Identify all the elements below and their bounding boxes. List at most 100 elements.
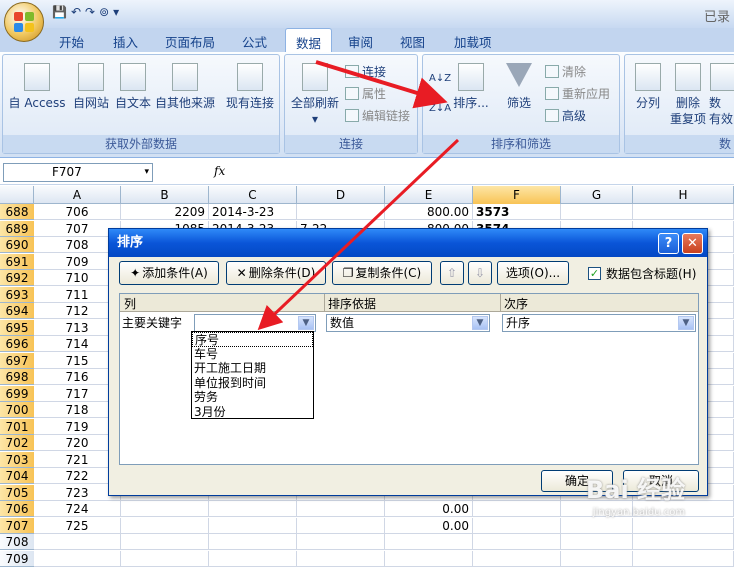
row-header[interactable]: 695 — [0, 319, 34, 336]
cell[interactable]: 3573 — [473, 204, 561, 220]
row-header[interactable]: 697 — [0, 352, 34, 369]
cell[interactable] — [633, 517, 734, 534]
row-header[interactable]: 688 — [0, 204, 34, 220]
delete-level-button[interactable]: ✕ 删除条件(D) — [226, 261, 326, 285]
cell[interactable] — [121, 501, 209, 517]
cell[interactable] — [561, 517, 633, 534]
edit-links-button[interactable]: 编辑链接 — [345, 107, 410, 124]
column-header-e[interactable]: E — [385, 186, 473, 204]
column-header-c[interactable]: C — [209, 186, 297, 204]
insert-function-icon[interactable]: fx — [214, 164, 225, 178]
column-header-f[interactable]: F — [473, 186, 561, 204]
row-header[interactable]: 706 — [0, 501, 34, 517]
row-header[interactable]: 708 — [0, 534, 34, 550]
advanced-button[interactable]: 高级 — [545, 107, 586, 124]
cell[interactable] — [473, 517, 561, 534]
copy-level-button[interactable]: ❐ 复制条件(C) — [332, 261, 432, 285]
existing-connections-button[interactable]: 现有连接 — [223, 63, 277, 111]
save-icon[interactable]: 💾 — [52, 5, 67, 19]
column-header-g[interactable]: G — [561, 186, 633, 204]
column-header-h[interactable]: H — [633, 186, 734, 204]
cell[interactable] — [121, 517, 209, 534]
cell[interactable] — [561, 204, 633, 220]
reapply-button[interactable]: 重新应用 — [545, 85, 610, 102]
cell[interactable] — [34, 534, 121, 550]
sort-column-select[interactable]: ▼ — [194, 314, 316, 332]
cell[interactable] — [121, 534, 209, 550]
help-button[interactable]: ? — [658, 233, 679, 254]
column-header-a[interactable]: A — [34, 186, 121, 204]
from-other-sources-button[interactable]: 自其他来源 — [153, 63, 217, 111]
remove-duplicates-button[interactable]: 删除 重复项 — [667, 63, 709, 127]
cell[interactable] — [297, 501, 385, 517]
data-validation-button[interactable]: 数有效 — [709, 63, 734, 127]
move-down-button[interactable]: ⇩ — [468, 261, 492, 285]
cell[interactable] — [209, 501, 297, 517]
cell[interactable]: 706 — [34, 204, 121, 220]
cell[interactable] — [561, 534, 633, 550]
sort-on-select[interactable]: 数值 ▼ — [326, 314, 490, 332]
add-level-button[interactable]: ✦ 添加条件(A) — [119, 261, 219, 285]
row-header[interactable]: 696 — [0, 336, 34, 352]
undo-icon[interactable]: ↶ — [71, 5, 81, 19]
cell[interactable]: 800.00 — [385, 204, 473, 220]
row-header[interactable]: 704 — [0, 468, 34, 484]
cell[interactable] — [473, 550, 561, 567]
cell[interactable] — [473, 501, 561, 517]
macro-icon[interactable]: ⊚ — [99, 5, 109, 19]
from-web-button[interactable]: 自网站 — [69, 63, 113, 111]
tab-insert[interactable]: 插入 — [113, 32, 138, 51]
tab-formulas[interactable]: 公式 — [242, 32, 267, 51]
dropdown-item[interactable]: 车号 — [192, 347, 313, 362]
cell[interactable]: 0.00 — [385, 517, 473, 534]
close-button[interactable]: ✕ — [682, 233, 703, 254]
tab-home[interactable]: 开始 — [59, 32, 84, 51]
office-button[interactable] — [4, 2, 44, 42]
dropdown-item[interactable]: 序号 — [192, 332, 313, 347]
cell[interactable] — [209, 534, 297, 550]
row-header[interactable]: 698 — [0, 369, 34, 385]
tab-page-layout[interactable]: 页面布局 — [165, 32, 215, 51]
tab-review[interactable]: 审阅 — [348, 32, 373, 51]
from-access-button[interactable]: 自 Access — [7, 63, 67, 111]
dropdown-item[interactable]: 劳务 — [192, 390, 313, 405]
cell[interactable]: 2209 — [121, 204, 209, 220]
row-header[interactable]: 701 — [0, 418, 34, 435]
tab-data[interactable]: 数据 — [285, 28, 333, 54]
row-header[interactable]: 691 — [0, 253, 34, 270]
cell[interactable]: 0.00 — [385, 501, 473, 517]
column-header-d[interactable]: D — [297, 186, 385, 204]
cell[interactable]: 2014-3-23 — [209, 204, 297, 220]
cell[interactable] — [297, 550, 385, 567]
select-all-corner[interactable] — [0, 186, 34, 204]
cell[interactable]: 725 — [34, 517, 121, 534]
clear-button[interactable]: 清除 — [545, 63, 586, 80]
cell[interactable] — [34, 550, 121, 567]
row-header[interactable]: 689 — [0, 220, 34, 237]
row-header[interactable]: 700 — [0, 402, 34, 418]
cell[interactable] — [633, 550, 734, 567]
move-up-button[interactable]: ⇧ — [440, 261, 464, 285]
cell[interactable] — [297, 517, 385, 534]
sort-column-dropdown[interactable]: 序号 车号 开工施工日期 单位报到时间 劳务 3月份 — [191, 331, 314, 419]
cell[interactable] — [385, 534, 473, 550]
column-header-b[interactable]: B — [121, 186, 209, 204]
has-headers-checkbox[interactable]: ✓ — [588, 267, 601, 280]
connections-button[interactable]: 连接 — [345, 63, 386, 80]
tab-view[interactable]: 视图 — [400, 32, 425, 51]
sort-desc-button[interactable]: Z↓A — [429, 103, 451, 114]
cell[interactable] — [209, 550, 297, 567]
refresh-all-button[interactable]: 全部刷新 ▾ — [288, 63, 342, 127]
cell[interactable] — [297, 534, 385, 550]
cell[interactable] — [385, 550, 473, 567]
cell[interactable] — [297, 204, 385, 220]
row-header[interactable]: 705 — [0, 484, 34, 501]
tab-addins[interactable]: 加载项 — [454, 32, 492, 51]
name-box[interactable]: F707 ▾ — [3, 163, 153, 182]
row-header[interactable]: 709 — [0, 550, 34, 567]
chevron-down-icon[interactable]: ▼ — [472, 316, 488, 330]
text-to-columns-button[interactable]: 分列 — [629, 63, 667, 111]
chevron-down-icon[interactable]: ▼ — [678, 316, 694, 330]
cell[interactable] — [473, 534, 561, 550]
cell[interactable] — [633, 204, 734, 220]
